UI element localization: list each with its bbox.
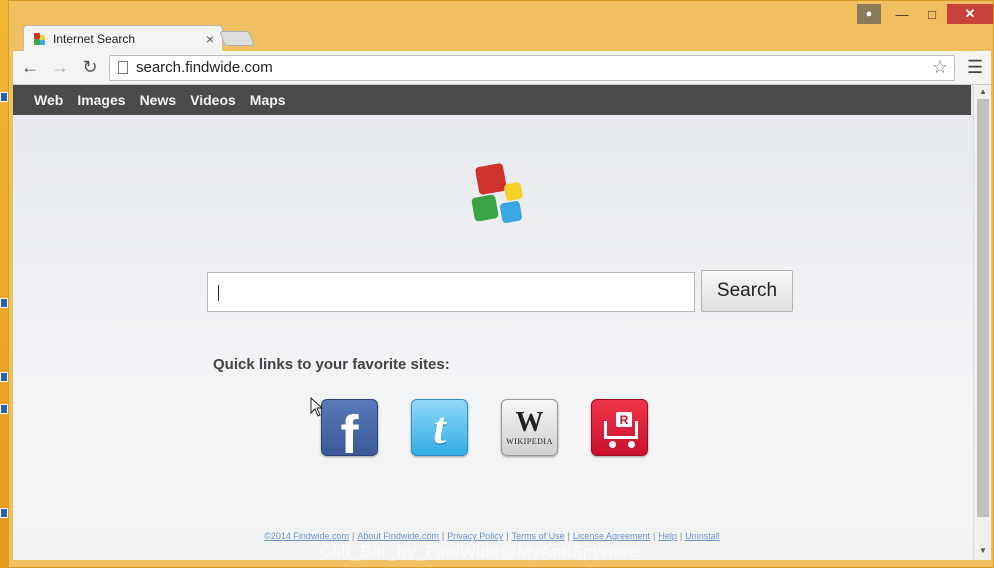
new-tab-button[interactable] — [219, 31, 255, 46]
tab-internet-search[interactable]: Internet Search × — [23, 25, 223, 52]
footer-links: ©2014 Findwide.com | About Findwide.com | Pr… — [264, 531, 720, 541]
text-caret — [218, 285, 219, 301]
desktop-shortcut-icon[interactable] — [0, 508, 8, 518]
footer-link-privacy[interactable]: Privacy Policy — [447, 531, 503, 541]
scroll-thumb[interactable] — [977, 99, 989, 517]
desktop-shortcut-icon[interactable] — [0, 372, 8, 382]
desktop-shortcut-icon[interactable] — [0, 298, 8, 308]
search-input[interactable] — [207, 272, 695, 312]
minimize-button[interactable]: — — [887, 4, 917, 24]
wikipedia-quicklink-icon[interactable]: W WIKIPEDIA — [501, 399, 558, 456]
page-content: Web Images News Videos Maps Search Quick… — [13, 85, 991, 560]
close-window-button[interactable]: ✕ — [947, 4, 993, 24]
user-profile-icon[interactable]: ● — [857, 4, 881, 24]
page-icon — [118, 61, 128, 74]
nav-videos[interactable]: Videos — [190, 92, 236, 108]
twitter-quicklink-icon[interactable]: t — [411, 399, 468, 456]
footer-link-about[interactable]: About Findwide.com — [357, 531, 439, 541]
desktop-shortcut-icon[interactable] — [0, 404, 8, 414]
search-button[interactable]: Search — [701, 270, 793, 312]
watermark-text: Cliff_Bar_by_FindWide@MyAntiSpyware — [320, 542, 640, 561]
footer-link-license[interactable]: License Agreement — [573, 531, 650, 541]
browser-window: ● — □ ✕ Internet Search × ← → ↻ search.f… — [8, 0, 994, 568]
forward-icon[interactable]: → — [47, 55, 73, 81]
menu-icon[interactable]: ☰ — [967, 57, 983, 78]
nav-images[interactable]: Images — [77, 92, 125, 108]
findwide-logo-icon — [471, 162, 531, 227]
rakuten-cart-quicklink-icon[interactable]: R — [591, 399, 648, 456]
vertical-scrollbar[interactable]: ▲ ▼ — [973, 85, 991, 560]
window-controls: ● — □ ✕ — [857, 4, 993, 26]
footer-link-uninstall[interactable]: Uninstall — [685, 531, 720, 541]
address-bar[interactable]: search.findwide.com ☆ — [109, 54, 955, 81]
nav-web[interactable]: Web — [34, 92, 63, 108]
footer-link-help[interactable]: Help — [658, 531, 677, 541]
facebook-quicklink-icon[interactable]: f — [321, 399, 378, 465]
footer-link-terms[interactable]: Terms of Use — [512, 531, 565, 541]
tab-close-icon[interactable]: × — [206, 31, 214, 47]
scroll-down-icon[interactable]: ▼ — [979, 546, 987, 555]
mouse-cursor-icon — [310, 397, 324, 417]
quick-links-title: Quick links to your favorite sites: — [213, 356, 450, 373]
reload-icon[interactable]: ↻ — [77, 55, 103, 81]
tab-title: Internet Search — [53, 32, 136, 46]
url-text[interactable]: search.findwide.com — [136, 59, 932, 76]
footer-link-copyright[interactable]: ©2014 Findwide.com — [264, 531, 349, 541]
back-icon[interactable]: ← — [17, 55, 43, 81]
maximize-button[interactable]: □ — [917, 4, 947, 24]
findwide-favicon-icon — [34, 33, 46, 45]
nav-maps[interactable]: Maps — [250, 92, 286, 108]
top-navigation: Web Images News Videos Maps — [13, 85, 971, 115]
scroll-up-icon[interactable]: ▲ — [979, 87, 987, 96]
browser-toolbar: ← → ↻ search.findwide.com ☆ ☰ — [13, 51, 991, 85]
nav-news[interactable]: News — [140, 92, 177, 108]
desktop-shortcut-icon[interactable] — [0, 92, 8, 102]
star-icon[interactable]: ☆ — [932, 57, 948, 78]
